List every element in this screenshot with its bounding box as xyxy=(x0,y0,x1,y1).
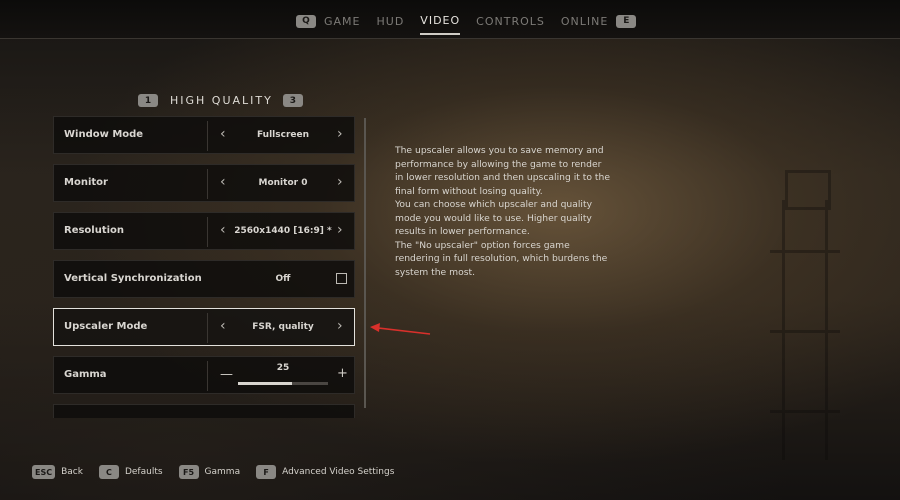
vsync-checkbox[interactable] xyxy=(336,273,347,284)
preset-label: HIGH QUALITY xyxy=(170,94,273,107)
divider xyxy=(207,217,208,247)
description-paragraph: You can choose which upscaler and qualit… xyxy=(395,199,593,237)
chevron-right-icon[interactable]: › xyxy=(337,127,343,141)
hint-gamma[interactable]: F5 Gamma xyxy=(178,465,241,479)
tab-video[interactable]: VIDEO xyxy=(420,14,461,35)
setting-name: Window Mode xyxy=(64,129,144,140)
description-paragraph: The upscaler allows you to save memory a… xyxy=(395,145,610,197)
tab-online[interactable]: ONLINE xyxy=(561,15,608,34)
chevron-right-icon[interactable]: › xyxy=(337,319,343,333)
quality-preset-selector: 1 HIGH QUALITY 3 xyxy=(138,94,303,107)
setting-value: FSR, quality xyxy=(252,322,314,332)
divider xyxy=(207,361,208,391)
divider xyxy=(207,121,208,151)
setting-next-partial[interactable] xyxy=(53,404,355,418)
description-paragraph: The "No upscaler" option forces game ren… xyxy=(395,239,608,278)
hint-back[interactable]: ESC Back xyxy=(32,465,83,479)
setting-value: Monitor 0 xyxy=(258,178,308,188)
hint-label: Advanced Video Settings xyxy=(282,467,395,477)
chevron-right-icon[interactable]: › xyxy=(337,223,343,237)
setting-window-mode[interactable]: Window Mode ‹ Fullscreen › xyxy=(53,116,355,154)
next-tab-key-hint[interactable]: E xyxy=(616,14,637,28)
setting-name: Resolution xyxy=(64,225,125,236)
setting-monitor[interactable]: Monitor ‹ Monitor 0 › xyxy=(53,164,355,202)
panel-separator xyxy=(364,118,366,408)
gamma-slider[interactable] xyxy=(238,382,328,385)
setting-resolution[interactable]: Resolution ‹ 2560x1440 [16:9] * › xyxy=(53,212,355,250)
setting-upscaler-mode[interactable]: Upscaler Mode ‹ FSR, quality › xyxy=(53,308,355,346)
chevron-left-icon[interactable]: ‹ xyxy=(220,223,226,237)
f5-key-icon: F5 xyxy=(178,465,199,479)
setting-value: 25 xyxy=(276,363,290,373)
setting-value: Off xyxy=(275,274,291,284)
esc-key-icon: ESC xyxy=(32,465,56,479)
chevron-left-icon[interactable]: ‹ xyxy=(220,127,226,141)
chevron-left-icon[interactable]: ‹ xyxy=(220,175,226,189)
annotation-arrow-icon xyxy=(370,323,431,335)
preset-prev-key[interactable]: 1 xyxy=(138,94,158,107)
prev-tab-key-hint[interactable]: Q xyxy=(296,14,316,28)
tab-controls[interactable]: CONTROLS xyxy=(476,15,545,34)
divider xyxy=(207,169,208,199)
hint-defaults[interactable]: C Defaults xyxy=(98,465,163,479)
video-settings-list: Window Mode ‹ Fullscreen › Monitor ‹ Mon… xyxy=(53,116,355,428)
key-hints-bar: ESC Back C Defaults F5 Gamma F Advanced … xyxy=(32,465,410,479)
top-navigation: Q GAME HUD VIDEO CONTROLS ONLINE E xyxy=(0,0,900,39)
chevron-left-icon[interactable]: ‹ xyxy=(220,319,226,333)
tab-game[interactable]: GAME xyxy=(324,15,361,34)
hint-advanced-video-settings[interactable]: F Advanced Video Settings xyxy=(256,465,394,479)
plus-icon[interactable]: + xyxy=(337,366,348,381)
tower-silhouette xyxy=(770,160,840,460)
setting-description: The upscaler allows you to save memory a… xyxy=(395,144,610,279)
setting-name: Monitor xyxy=(64,177,108,188)
setting-gamma[interactable]: Gamma — 25 + xyxy=(53,356,355,394)
hint-label: Defaults xyxy=(124,467,163,477)
chevron-right-icon[interactable]: › xyxy=(337,175,343,189)
hint-label: Gamma xyxy=(204,467,241,477)
setting-name: Gamma xyxy=(64,369,107,380)
setting-value: Fullscreen xyxy=(256,130,310,140)
preset-next-key[interactable]: 3 xyxy=(282,94,303,107)
f-key-icon: F xyxy=(256,465,277,479)
setting-name: Upscaler Mode xyxy=(64,321,148,332)
setting-vertical-synchronization[interactable]: Vertical Synchronization Off xyxy=(53,260,355,298)
c-key-icon: C xyxy=(98,465,119,479)
tab-hud[interactable]: HUD xyxy=(377,15,405,34)
divider xyxy=(207,313,208,343)
hint-label: Back xyxy=(61,467,83,477)
gamma-slider-fill xyxy=(238,382,292,385)
setting-name: Vertical Synchronization xyxy=(64,273,202,284)
setting-value: 2560x1440 [16:9] * xyxy=(234,226,332,236)
